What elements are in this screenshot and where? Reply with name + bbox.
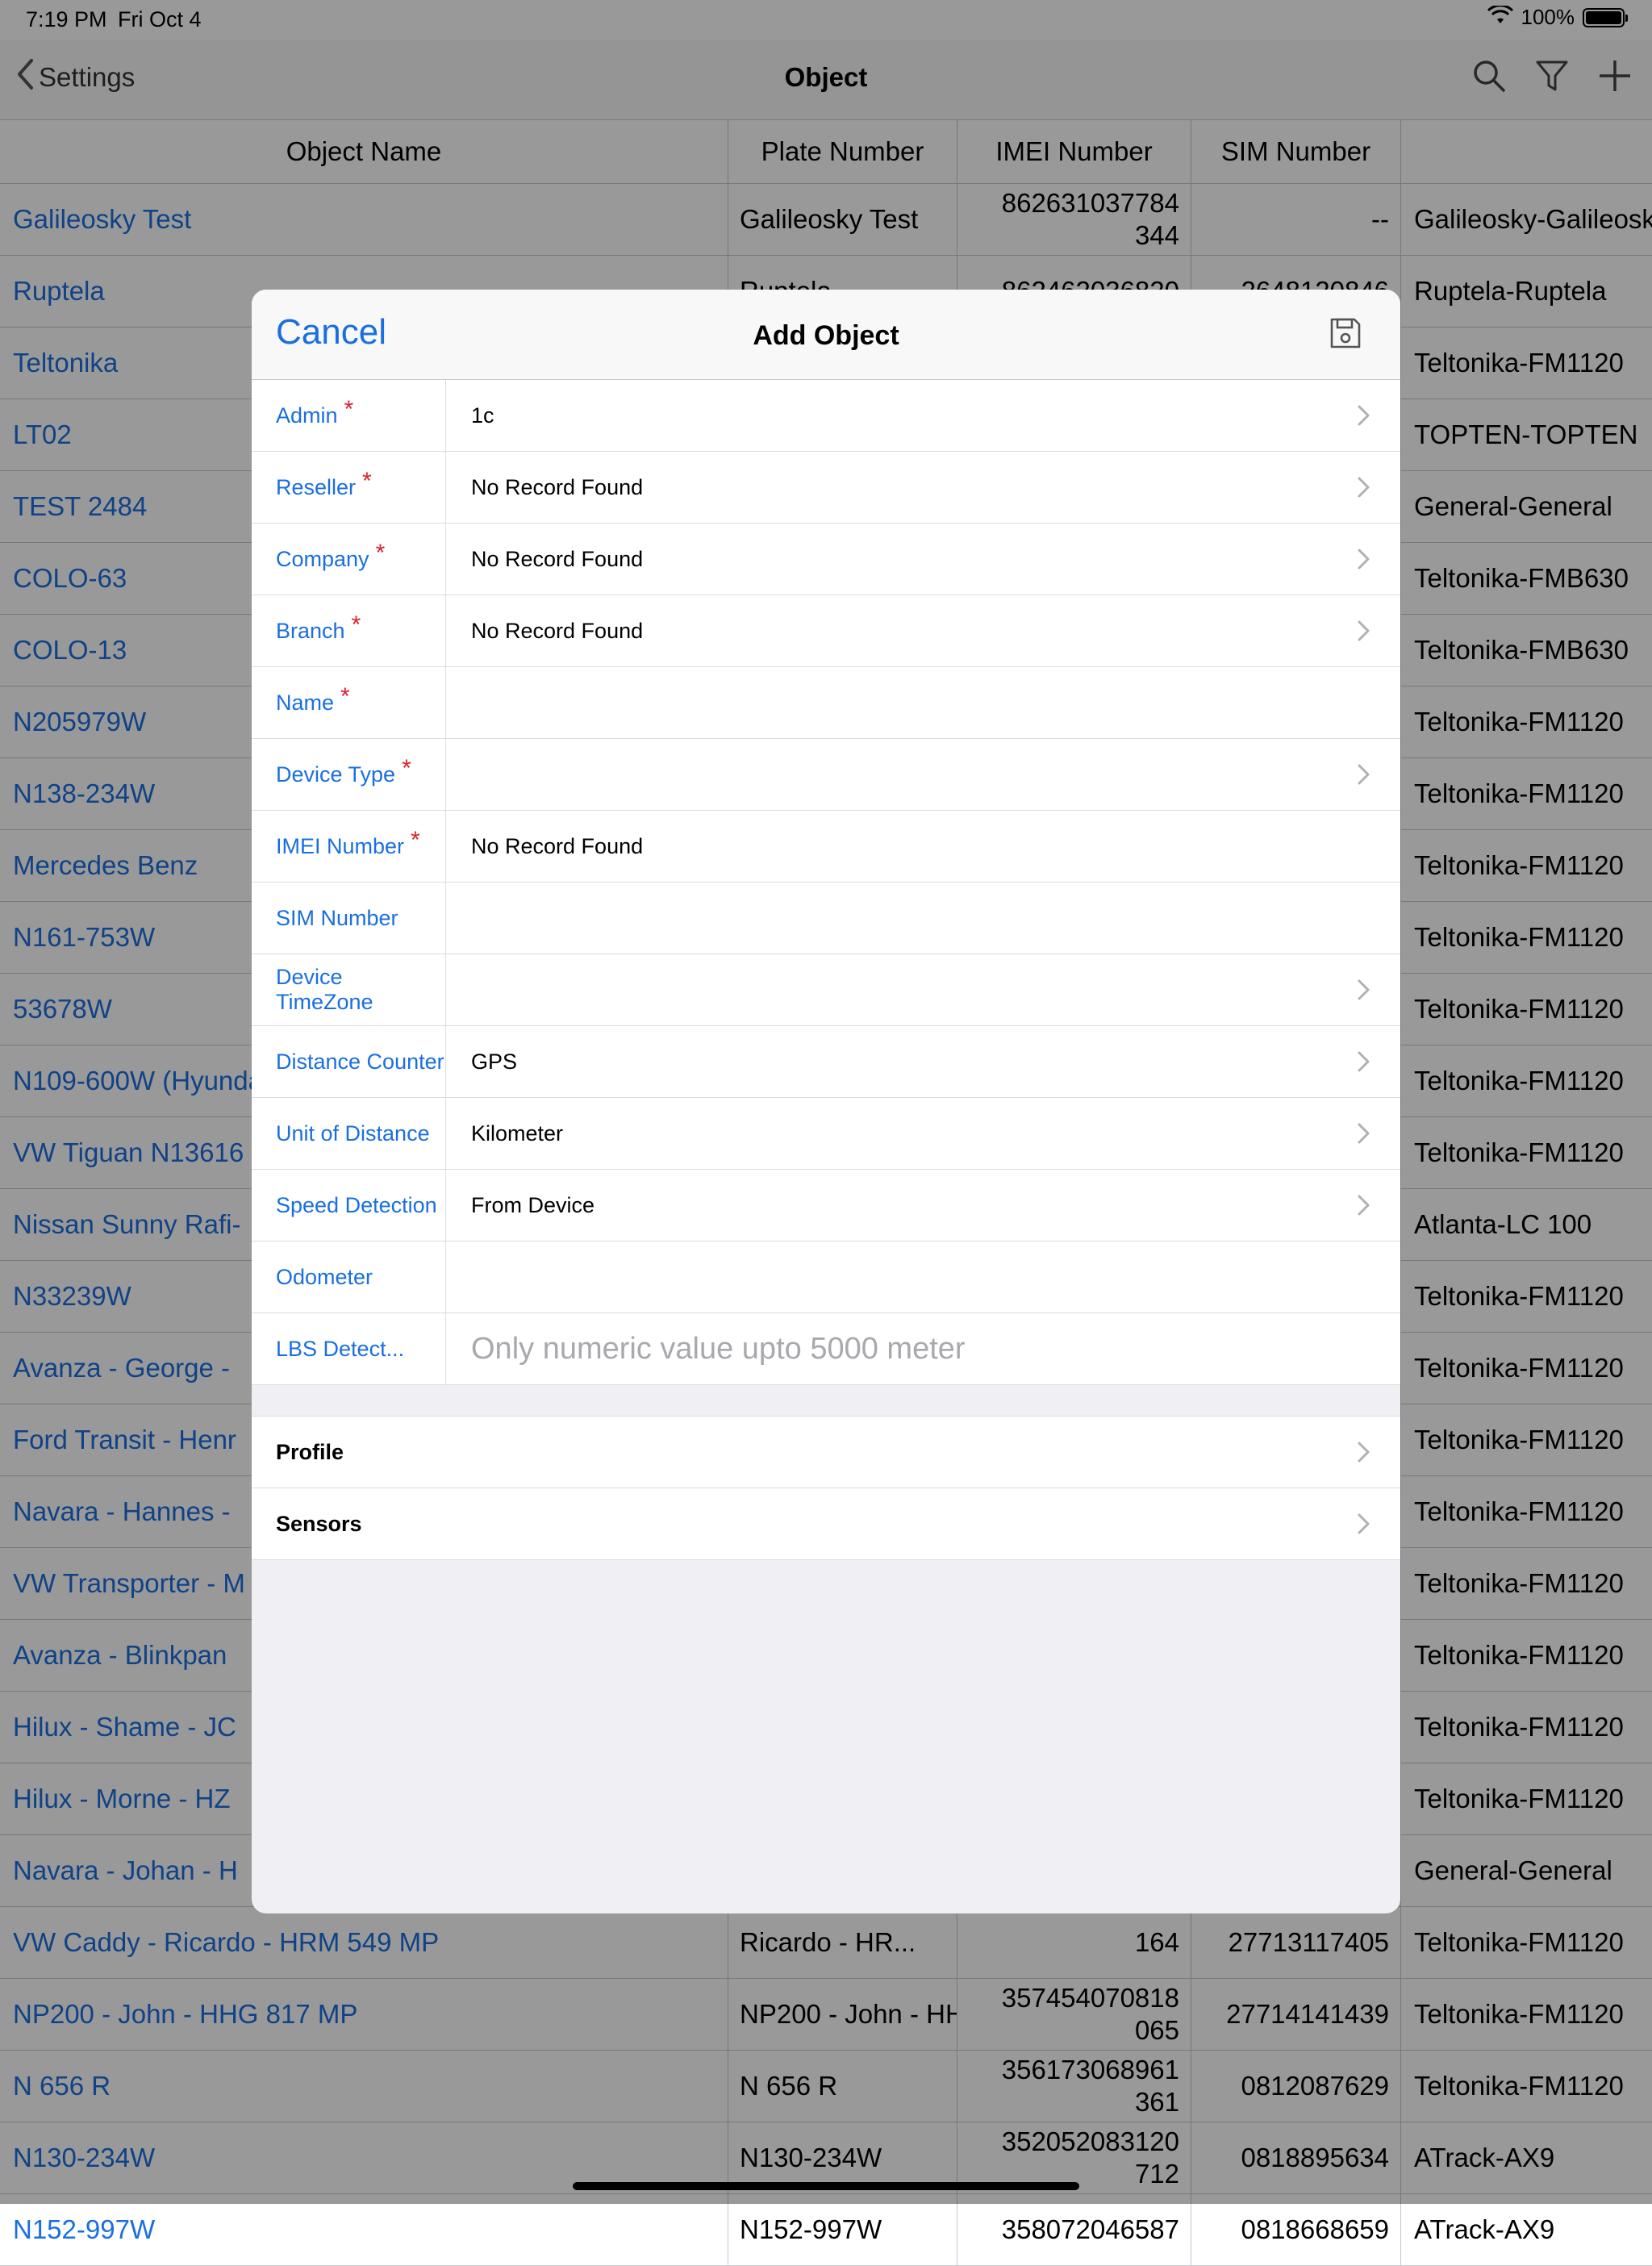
chevron-right-icon [1357, 548, 1371, 570]
field-label-text: Name [276, 690, 335, 715]
field-value[interactable]: Kilometer [471, 1098, 563, 1169]
table-cell: 358072046587 [957, 2194, 1191, 2265]
field-label-text: Device TimeZone [276, 965, 373, 1014]
required-marker: * [362, 467, 372, 495]
table-cell: ATrack-AX9 [1414, 2214, 1555, 2244]
required-marker: * [411, 826, 420, 853]
field-label-text: Distance Counter [276, 1049, 444, 1074]
chevron-right-icon [1357, 763, 1371, 786]
section-sensors[interactable]: Sensors [252, 1488, 1400, 1560]
required-marker: * [351, 611, 361, 638]
field-value[interactable]: Only numeric value upto 5000 meter [471, 1313, 966, 1384]
field-label-text: Admin [276, 403, 338, 428]
field-value[interactable]: No Record Found [471, 452, 643, 523]
field-branch[interactable]: Branch * No Record Found [252, 595, 1400, 667]
field-label: Name * [252, 667, 446, 738]
field-admin[interactable]: Admin * 1c [252, 380, 1400, 452]
field-value[interactable]: 1c [471, 380, 494, 451]
field-value[interactable]: No Record Found [471, 811, 643, 882]
section-label: Sensors [276, 1512, 362, 1536]
chevron-right-icon [1357, 620, 1371, 642]
required-marker: * [375, 539, 386, 566]
field-label: IMEI Number * [252, 811, 446, 882]
field-label: SIM Number [252, 883, 446, 954]
field-label-text: Branch [276, 618, 345, 643]
field-lbs-detect[interactable]: LBS Detect... Only numeric value upto 500… [252, 1313, 1400, 1385]
field-label-text: Unit of Distance [276, 1120, 430, 1146]
field-imei-number[interactable]: IMEI Number * No Record Found [252, 811, 1400, 883]
field-label: Odometer [252, 1242, 446, 1312]
required-marker: * [340, 682, 350, 710]
section-gap [252, 1385, 1400, 1416]
table-row[interactable]: N152-997W N152-997W 358072046587 0818668659… [0, 2194, 1652, 2266]
modal-title: Add Object [753, 320, 899, 351]
field-label-text: Company [276, 546, 369, 571]
field-sim-number[interactable]: SIM Number [252, 883, 1400, 954]
field-device-type[interactable]: Device Type * [252, 739, 1400, 811]
required-marker: * [344, 395, 354, 423]
field-label-text: LBS Detect... [276, 1336, 405, 1361]
field-label-text: Odometer [276, 1264, 373, 1289]
field-company[interactable]: Company * No Record Found [252, 524, 1400, 595]
chevron-right-icon [1357, 1513, 1371, 1535]
modal-header: Cancel Add Object [252, 290, 1400, 380]
field-odometer[interactable]: Odometer [252, 1242, 1400, 1313]
home-indicator [573, 2182, 1079, 2190]
field-value[interactable]: From Device [471, 1170, 594, 1241]
field-label: Device TimeZone [252, 954, 446, 1025]
field-label: Speed Detection [252, 1170, 446, 1241]
field-label: Admin * [252, 380, 446, 451]
field-label-text: IMEI Number [276, 833, 405, 858]
field-label: Company * [252, 524, 446, 595]
field-value[interactable]: No Record Found [471, 524, 643, 595]
field-label: Branch * [252, 595, 446, 666]
table-cell: N152-997W [728, 2194, 957, 2265]
modal-sections: Profile Sensors [252, 1416, 1400, 1560]
section-profile[interactable]: Profile [252, 1416, 1400, 1488]
field-speed-detection[interactable]: Speed Detection From Device [252, 1170, 1400, 1242]
chevron-right-icon [1357, 979, 1371, 1001]
field-unit-of-distance[interactable]: Unit of Distance Kilometer [252, 1098, 1400, 1170]
field-label-text: Speed Detection [276, 1192, 437, 1217]
chevron-right-icon [1357, 1122, 1371, 1145]
table-cell: 0818668659 [1191, 2194, 1401, 2265]
field-name[interactable]: Name * [252, 667, 1400, 739]
section-label: Profile [276, 1440, 344, 1464]
object-form: Admin * 1c Reseller * No Record Found Company *… [252, 380, 1400, 1385]
required-marker: * [402, 754, 411, 782]
chevron-right-icon [1357, 1441, 1371, 1463]
chevron-right-icon [1357, 1050, 1371, 1073]
field-label-text: SIM Number [276, 905, 398, 930]
chevron-right-icon [1357, 1194, 1371, 1216]
chevron-right-icon [1357, 404, 1371, 427]
table-cell: N152-997W [0, 2194, 728, 2265]
field-label: Unit of Distance [252, 1098, 446, 1169]
add-object-modal: Cancel Add Object Admin * 1c Reseller * No Re… [252, 290, 1400, 1913]
field-label: LBS Detect... [252, 1313, 446, 1384]
field-label-text: Reseller [276, 474, 357, 499]
field-label: Device Type * [252, 739, 446, 810]
floppy-disk-icon[interactable] [1328, 315, 1363, 351]
field-label-text: Device Type [276, 762, 396, 787]
field-label: Reseller * [252, 452, 446, 523]
field-distance-counter[interactable]: Distance Counter GPS [252, 1026, 1400, 1098]
field-device-timezone[interactable]: Device TimeZone [252, 954, 1400, 1026]
field-reseller[interactable]: Reseller * No Record Found [252, 452, 1400, 524]
field-value[interactable]: GPS [471, 1026, 517, 1097]
chevron-right-icon [1357, 476, 1371, 499]
field-value[interactable]: No Record Found [471, 595, 643, 666]
field-label: Distance Counter [252, 1026, 446, 1097]
